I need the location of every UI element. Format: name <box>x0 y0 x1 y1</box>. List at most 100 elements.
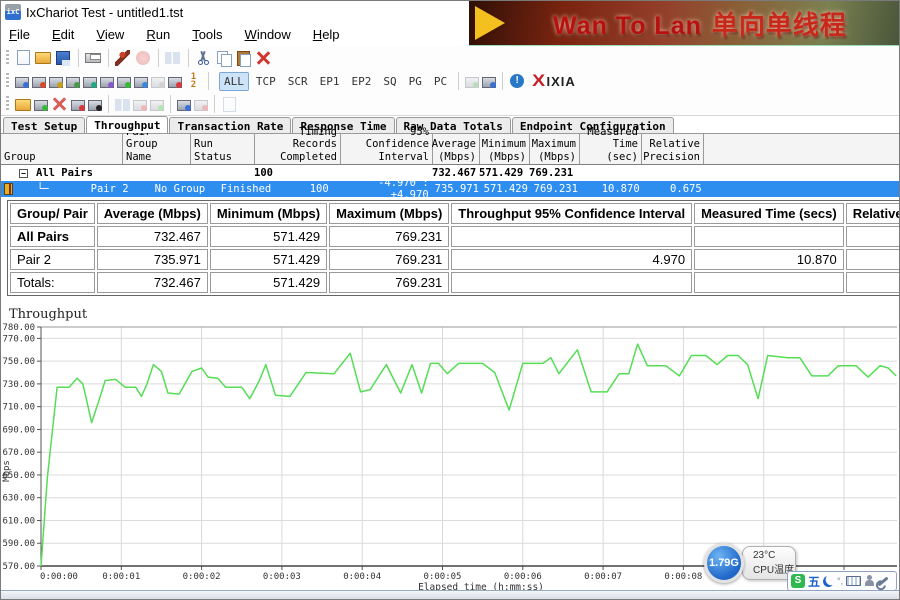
col-group[interactable]: Group <box>1 134 123 164</box>
edit-script-icon[interactable] <box>134 77 148 88</box>
tab-throughput[interactable]: Throughput <box>86 116 168 133</box>
chart-title: Throughput <box>9 307 87 322</box>
pair-grid-header: Group Pair Group Name Run Status Timing … <box>1 134 899 165</box>
minimum-value: 571.429 <box>481 183 531 195</box>
row-label: Totals: <box>10 272 95 293</box>
copy-icon[interactable] <box>215 50 232 66</box>
apply-changes-icon <box>150 100 164 111</box>
x-tick-label: 0:00:03 <box>263 572 301 582</box>
grid-row-all-pairs[interactable]: − All Pairs 100 732.467 571.429 769.231 <box>1 165 899 181</box>
menu-run[interactable]: Run <box>146 27 170 42</box>
toolbar-grip[interactable] <box>6 96 9 112</box>
col-measured-time[interactable]: Measured Time (sec) <box>580 134 642 164</box>
new-test-icon[interactable] <box>15 50 32 66</box>
grid-row-pair-2[interactable]: └─ Pair 2 No Group Finished 100 -4.970 :… <box>1 181 899 197</box>
menu-edit[interactable]: Edit <box>52 27 74 42</box>
x-tick-label: 0:00:05 <box>424 572 462 582</box>
wubi-icon[interactable]: 五 <box>808 573 820 590</box>
filter-pc-button[interactable]: PC <box>429 72 452 91</box>
table-row: Pair 2 735.971 571.429 769.231 4.970 10.… <box>10 249 900 270</box>
y-tick-label: 710.00 <box>2 403 35 413</box>
toolbar-grip[interactable] <box>6 50 9 66</box>
toolbar-pairs: 12 ALL TCP SCR EP1 EP2 SQ PG PC ! X IXIA <box>1 69 899 93</box>
x-tick-label: 0:00:02 <box>183 572 221 582</box>
filter-scr-button[interactable]: SCR <box>283 72 313 91</box>
renumber-pairs-icon[interactable]: 12 <box>185 73 202 89</box>
open-ixia-explorer-icon[interactable] <box>482 77 496 88</box>
x-tick-label: 0:00:04 <box>343 572 381 582</box>
delete-icon[interactable] <box>255 50 272 66</box>
cell-precision: 0.675 <box>846 249 900 270</box>
punctuation-icon[interactable]: °, <box>837 576 843 586</box>
tab-test-setup[interactable]: Test Setup <box>3 117 85 133</box>
menu-tools[interactable]: Tools <box>192 27 222 42</box>
col-timing-records[interactable]: Timing Records Completed <box>255 134 341 164</box>
about-info-icon[interactable]: ! <box>509 73 526 89</box>
y-tick-label: 630.00 <box>2 494 35 504</box>
print-icon[interactable] <box>85 50 102 66</box>
sogou-pinyin-icon[interactable]: S <box>791 574 805 588</box>
moon-mode-icon[interactable] <box>822 574 835 587</box>
hdr-average: Average (Mbps) <box>97 203 208 224</box>
finish-flag-icon[interactable] <box>88 100 102 111</box>
filter-tcp-button[interactable]: TCP <box>251 72 281 91</box>
save-test-icon[interactable] <box>55 50 72 66</box>
add-video-pair-icon[interactable] <box>100 77 114 88</box>
add-vpn-pair-icon[interactable] <box>32 77 46 88</box>
abort-test-icon[interactable] <box>51 96 68 112</box>
tree-branch-glyph: └─ <box>37 183 48 195</box>
add-multicast-group-icon[interactable] <box>49 77 63 88</box>
pair-label: Pair 2 <box>88 183 152 195</box>
average-value: 735.971 <box>432 183 481 195</box>
add-voip-pair-icon[interactable] <box>83 77 97 88</box>
cut-icon[interactable] <box>195 50 212 66</box>
edit-pair-icon[interactable] <box>117 77 131 88</box>
hdr-confidence-interval: Throughput 95% Confidence Interval <box>451 203 692 224</box>
add-console-icon[interactable] <box>15 99 31 111</box>
pair-grid: Group Pair Group Name Run Status Timing … <box>1 133 899 197</box>
toolbar-grip[interactable] <box>6 73 9 89</box>
banner-text-cn: 单向单线程 <box>712 10 847 40</box>
open-test-icon[interactable] <box>35 50 52 66</box>
col-maximum[interactable]: Maximum (Mbps) <box>530 134 580 164</box>
menu-help[interactable]: Help <box>313 27 340 42</box>
filter-sq-button[interactable]: SQ <box>378 72 401 91</box>
col-run-status[interactable]: Run Status <box>191 134 255 164</box>
col-minimum[interactable]: Minimum (Mbps) <box>480 134 530 164</box>
pair-group-value: No Group <box>152 183 218 195</box>
filter-ep1-button[interactable]: EP1 <box>315 72 345 91</box>
split-pairs-icon[interactable] <box>71 100 85 111</box>
menu-file[interactable]: File <box>9 27 30 42</box>
col-average[interactable]: Average (Mbps) <box>433 134 480 164</box>
menu-window[interactable]: Window <box>245 27 291 42</box>
account-icon[interactable] <box>864 575 874 587</box>
collapse-toggle[interactable]: − <box>19 169 28 178</box>
swap-endpoints-icon[interactable] <box>168 77 182 88</box>
col-relative-precision[interactable]: Relative Precision <box>642 134 704 164</box>
link-pairs-icon[interactable] <box>177 100 191 111</box>
table-row: All Pairs 732.467 571.429 769.231 <box>10 226 900 247</box>
settings-wrench-icon[interactable] <box>878 576 889 586</box>
filter-pg-button[interactable]: PG <box>404 72 427 91</box>
menu-view[interactable]: View <box>96 27 124 42</box>
paste-icon[interactable] <box>235 50 252 66</box>
add-pair-icon[interactable] <box>15 77 29 88</box>
filter-all-button[interactable]: ALL <box>219 72 249 91</box>
add-hardware-pair-icon[interactable] <box>66 77 80 88</box>
soft-keyboard-icon[interactable] <box>846 576 861 586</box>
run-test-icon[interactable] <box>115 50 132 66</box>
filter-ep2-button[interactable]: EP2 <box>347 72 377 91</box>
relative-precision-value: 0.675 <box>643 183 705 195</box>
col-confidence-interval[interactable]: 95% Confidence Interval <box>341 134 433 164</box>
start-flag-icon[interactable] <box>34 100 48 111</box>
cpu-speed-badge[interactable]: 1.79G <box>704 543 744 583</box>
y-tick-label: 690.00 <box>2 425 35 435</box>
cell-measured-time: 10.870 <box>694 249 844 270</box>
cell-precision <box>846 226 900 247</box>
hdr-minimum: Minimum (Mbps) <box>210 203 327 224</box>
col-pair-group-name[interactable]: Pair Group Name <box>123 134 191 164</box>
unlink-pairs-icon <box>194 100 208 111</box>
y-axis-title: Mbps <box>2 460 12 482</box>
ixia-x-glyph: X <box>532 71 545 91</box>
group-label: All Pairs <box>33 167 119 179</box>
